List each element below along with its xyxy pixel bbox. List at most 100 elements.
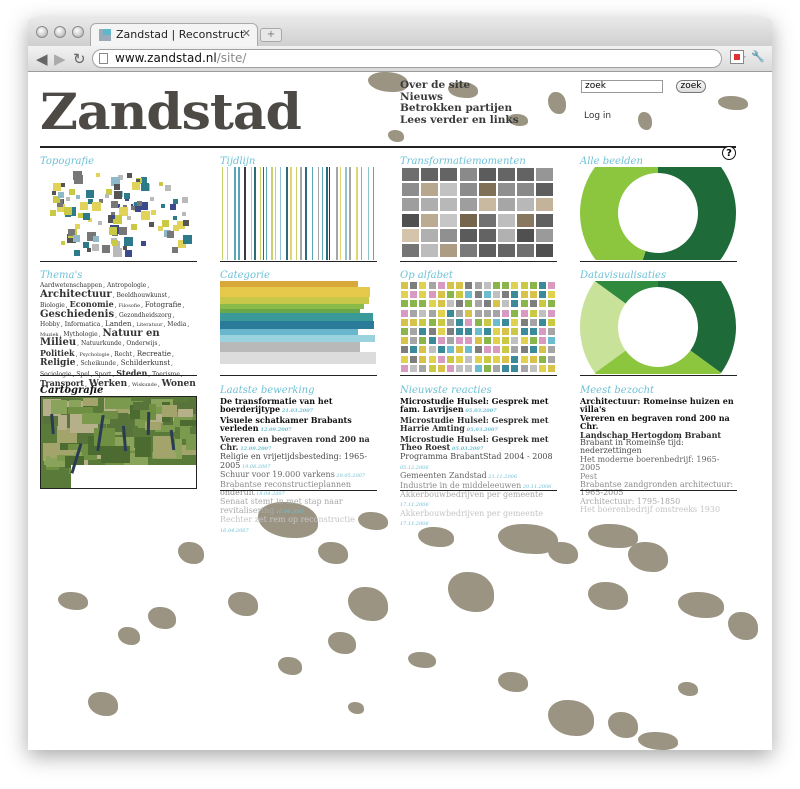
- map-patch: [104, 398, 131, 409]
- topo-square: [111, 214, 116, 219]
- article-link[interactable]: Microstudie Hulsel: Gesprek met Harrie A…: [400, 416, 557, 435]
- panel-title[interactable]: Op alfabet: [400, 270, 453, 281]
- article-link[interactable]: Rechter zet rem op reconstructie 16.04.2…: [220, 516, 377, 535]
- article-link[interactable]: Architectuur: Romeinse huizen en villa's: [580, 397, 737, 414]
- theme-tag[interactable]: Aardwetenschappen: [40, 282, 102, 289]
- theme-tag[interactable]: Geschiedenis: [40, 309, 114, 320]
- cartografie-map[interactable]: [40, 396, 197, 489]
- theme-tag[interactable]: Filosofie: [119, 303, 141, 309]
- article-link[interactable]: Microstudie Hulsel: Gesprek met Theo Roe…: [400, 434, 557, 454]
- alfabet-square: [502, 364, 510, 372]
- categorie-thumbnail[interactable]: [220, 281, 377, 374]
- panel-cartografie[interactable]: Cartografie: [40, 385, 197, 491]
- theme-tag[interactable]: Biologie: [40, 302, 65, 309]
- article-link[interactable]: Vereren en begraven rond 200 na Chr. 12.…: [220, 434, 377, 454]
- panel-op-alfabet[interactable]: Op alfabet: [400, 270, 557, 376]
- panel-title[interactable]: Cartografie: [40, 385, 103, 396]
- tijdlijn-thumbnail[interactable]: [220, 167, 377, 260]
- tab-close-icon[interactable]: ✕: [242, 27, 251, 40]
- theme-tag[interactable]: Politiek: [40, 348, 75, 358]
- back-icon[interactable]: ◀: [36, 50, 48, 68]
- panel-themas[interactable]: Thema's Aardwetenschappen, Antropologie,…: [40, 270, 197, 389]
- panel-tijdlijn[interactable]: Tijdlijn: [220, 156, 377, 262]
- panel-rule: [400, 375, 557, 376]
- article-link[interactable]: De transformatie van het boerderijtype 2…: [220, 397, 377, 416]
- theme-tag[interactable]: Antropologie: [107, 282, 146, 289]
- address-bar[interactable]: www.zandstad.nl/site/ ☆: [92, 49, 747, 68]
- site-logo[interactable]: Zandstad: [40, 86, 302, 138]
- alfabet-square: [437, 328, 445, 335]
- theme-tag[interactable]: Fotografie: [145, 301, 182, 309]
- nav-betrokken-partijen[interactable]: Betrokken partijen: [400, 102, 519, 115]
- theme-tag[interactable]: Onderwijs: [126, 340, 157, 347]
- article-link[interactable]: Microstudie Hulsel: Gesprek met fam. Lav…: [400, 397, 557, 416]
- article-link[interactable]: Visuele schatkamer Brabants verleden 12.…: [220, 416, 377, 435]
- alle-beelden-chart[interactable]: [580, 167, 737, 260]
- theme-tag[interactable]: Beeldhouwkunst: [117, 292, 168, 299]
- search-input[interactable]: zoek: [581, 80, 663, 93]
- alfabet-square: [502, 291, 510, 299]
- theme-tag[interactable]: Gezondheidszorg: [119, 312, 172, 319]
- alfabet-square: [539, 282, 546, 289]
- panel-title[interactable]: Thema's: [40, 270, 82, 281]
- theme-tag[interactable]: Economie: [70, 299, 114, 309]
- topo-square: [132, 182, 141, 191]
- panel-transformatiemomenten[interactable]: Transformatiemomenten: [400, 156, 557, 262]
- article-link[interactable]: Akkerbouwbedrijven per gemeente 17.11.20…: [400, 509, 557, 529]
- page-menu-icon[interactable]: [730, 50, 744, 64]
- theme-tag[interactable]: Natuurkunde: [81, 340, 122, 347]
- login-link[interactable]: Log in: [584, 111, 611, 121]
- panel-title[interactable]: Alle beelden: [580, 156, 643, 167]
- theme-tag[interactable]: Schilderkunst: [121, 359, 170, 367]
- reload-icon[interactable]: ↻: [73, 50, 86, 68]
- theme-tag[interactable]: Psychologie: [79, 352, 109, 358]
- theme-tag[interactable]: Religie: [40, 358, 75, 368]
- theme-tag[interactable]: Landen: [105, 320, 131, 328]
- panel-categorie[interactable]: Categorie: [220, 270, 377, 376]
- panel-title[interactable]: Datavisualisaties: [580, 270, 666, 281]
- theme-tag[interactable]: Recreatie: [137, 350, 171, 358]
- nav-lees-verder[interactable]: Lees verder en links: [400, 114, 519, 127]
- article-link[interactable]: Religie en vrijetijdsbesteding: 1965-200…: [220, 453, 377, 471]
- panel-topografie[interactable]: Topografie: [40, 156, 197, 262]
- theme-tag[interactable]: Spel: [76, 371, 89, 378]
- topografie-thumbnail[interactable]: [40, 167, 197, 260]
- wrench-icon[interactable]: 🔧: [751, 50, 765, 64]
- article-link[interactable]: Vereren en begraven rond 200 na Chr.: [580, 414, 737, 431]
- zoom-window-button[interactable]: [72, 26, 84, 38]
- article-link[interactable]: Senaat stemt in met stap naar revitalise…: [220, 498, 377, 516]
- panel-alle-beelden[interactable]: Alle beelden: [580, 156, 737, 262]
- forward-icon[interactable]: ▶: [54, 50, 66, 68]
- minimize-window-button[interactable]: [54, 26, 66, 38]
- theme-tag[interactable]: Informatica: [65, 321, 100, 328]
- datavisualisaties-chart[interactable]: [580, 281, 737, 374]
- theme-tag[interactable]: Hobby: [40, 321, 60, 328]
- close-window-button[interactable]: [36, 26, 48, 38]
- article-link[interactable]: Het boerenbedrijf omstreeks 1930: [580, 506, 737, 514]
- theme-tag[interactable]: Sociologie: [40, 371, 71, 378]
- theme-tag[interactable]: Sport: [95, 371, 112, 378]
- nav-over-de-site[interactable]: Over de site: [400, 79, 519, 92]
- alfabet-thumbnail[interactable]: [400, 281, 557, 374]
- theme-tag[interactable]: Scheikunde: [80, 360, 116, 367]
- article-link[interactable]: Het moderne boerenbedrijf: 1965-2005: [580, 455, 737, 473]
- panel-datavisualisaties[interactable]: Datavisualisaties: [580, 270, 737, 376]
- theme-tag[interactable]: Recht: [114, 351, 132, 358]
- search-button[interactable]: zoek: [676, 80, 706, 93]
- new-tab-button[interactable]: +: [260, 28, 282, 42]
- page-menu-mark: [734, 54, 740, 60]
- article-link[interactable]: Brabant in Romeinse tijd: nederzettingen: [580, 438, 737, 456]
- article-link[interactable]: Akkerbouwbedrijven per gemeente 17.11.20…: [400, 490, 557, 510]
- panel-title[interactable]: Topografie: [40, 156, 94, 167]
- panel-title[interactable]: Tijdlijn: [220, 156, 255, 167]
- panel-title[interactable]: Categorie: [220, 270, 270, 281]
- browser-tab[interactable]: Zandstad | Reconstructie va ✕: [90, 23, 258, 46]
- theme-tag[interactable]: Architectuur: [40, 289, 112, 300]
- panel-title[interactable]: Transformatiemomenten: [400, 156, 526, 167]
- photo-grid-thumbnail[interactable]: [400, 167, 557, 260]
- alfabet-square: [548, 337, 556, 345]
- theme-tag[interactable]: Steden: [116, 368, 147, 378]
- theme-tag[interactable]: Toerisme: [152, 371, 180, 378]
- article-link[interactable]: Programma BrabantStad 2004 - 2008 05.12.…: [400, 453, 557, 472]
- theme-tag[interactable]: Media: [167, 321, 186, 328]
